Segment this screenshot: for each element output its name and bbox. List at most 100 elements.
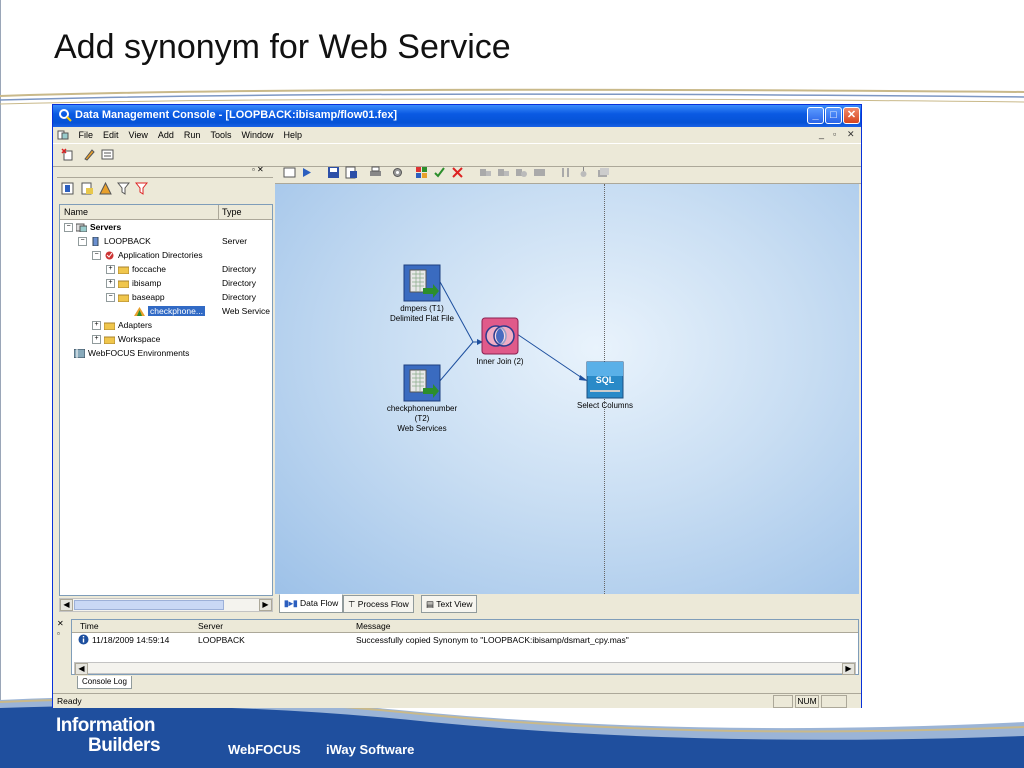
node-label-dmpers: dmpers (T1) Delimited Flat File xyxy=(389,304,454,323)
folder-icon xyxy=(104,322,115,331)
collapse-icon[interactable]: − xyxy=(78,237,87,247)
menu-file[interactable]: File xyxy=(74,127,99,143)
scroll-right-button[interactable]: ▶ xyxy=(259,599,272,611)
filter-icon[interactable] xyxy=(117,182,130,195)
menu-edit[interactable]: Edit xyxy=(98,127,124,143)
expand-icon[interactable]: + xyxy=(92,335,101,345)
grid-icon[interactable] xyxy=(415,166,428,179)
node-label-checkphonenumber: checkphonenumber (T2) Web Services xyxy=(386,404,458,433)
print-icon[interactable] xyxy=(369,166,382,179)
log-horizontal-scrollbar[interactable]: ◀ ▶ xyxy=(74,662,856,675)
column-message[interactable]: Message xyxy=(356,621,391,631)
collapse-icon[interactable]: − xyxy=(64,223,73,233)
tab-console-log[interactable]: Console Log xyxy=(77,676,132,689)
expand-icon[interactable]: + xyxy=(92,321,101,331)
edit-icon[interactable] xyxy=(83,148,96,161)
process-flow-icon: ⊤ xyxy=(348,599,356,609)
tree-item-checkphone[interactable]: checkphone... Web Service xyxy=(134,304,270,318)
tree-item-webfocus-env[interactable]: WebFOCUS Environments xyxy=(74,346,270,360)
log-scroll-left-button[interactable]: ◀ xyxy=(75,663,88,675)
menu-bar: File Edit View Add Run Tools Window Help xyxy=(53,127,861,143)
app-directories-icon xyxy=(105,251,114,260)
folder-icon xyxy=(104,336,115,345)
save-as-icon[interactable] xyxy=(345,166,358,179)
explore-icon[interactable] xyxy=(81,182,94,195)
collapse-icon[interactable]: − xyxy=(106,293,115,303)
tab-process-flow[interactable]: ⊤ Process Flow xyxy=(343,595,414,613)
distribute-icon[interactable] xyxy=(559,166,572,179)
tree-item-loopback[interactable]: − LOOPBACK Server xyxy=(78,234,270,248)
tree-horizontal-scrollbar[interactable]: ◀ ▶ xyxy=(59,598,273,612)
align-center-icon[interactable] xyxy=(497,166,510,179)
servers-view-icon[interactable] xyxy=(61,182,74,195)
log-scroll-right-button[interactable]: ▶ xyxy=(842,663,855,675)
textbox-icon[interactable] xyxy=(283,166,296,179)
column-server[interactable]: Server xyxy=(198,621,223,631)
mdi-close-button[interactable]: ✕ xyxy=(847,129,855,140)
properties-icon[interactable] xyxy=(101,148,114,161)
tree-item-app-dirs[interactable]: − Application Directories xyxy=(92,248,270,262)
menu-tools[interactable]: Tools xyxy=(205,127,236,143)
web-service-node-icon[interactable] xyxy=(403,364,441,402)
tree-item-baseapp[interactable]: − baseapp Directory xyxy=(106,290,270,304)
log-close-icon[interactable]: ✕ xyxy=(57,619,64,628)
flow-canvas[interactable]: dmpers (T1) Delimited Flat File checkpho… xyxy=(275,184,859,594)
tree-item-servers[interactable]: − Servers xyxy=(64,220,270,234)
document-icon[interactable] xyxy=(57,130,69,140)
menu-view[interactable]: View xyxy=(124,127,153,143)
log-pin-icon[interactable]: ▫ xyxy=(57,629,60,638)
mdi-restore-button[interactable]: ▫ xyxy=(833,129,836,139)
inner-join-node-icon[interactable] xyxy=(481,317,519,355)
check-icon[interactable] xyxy=(433,166,446,179)
menu-add[interactable]: Add xyxy=(153,127,179,143)
tree-item-foccache[interactable]: + foccache Directory xyxy=(106,262,270,276)
slide-title: Add synonym for Web Service xyxy=(54,28,511,66)
connect-icon[interactable] xyxy=(577,166,590,179)
log-row[interactable]: 11/18/2009 14:59:14 LOOPBACK Successfull… xyxy=(72,634,858,646)
brand-logo: Information Builders xyxy=(56,715,161,756)
tab-data-flow[interactable]: ▮▸▮ Data Flow xyxy=(279,594,344,613)
tree-item-ibisamp[interactable]: + ibisamp Directory xyxy=(106,276,270,290)
status-panel xyxy=(773,695,793,708)
title-bar[interactable]: Data Management Console - [LOOPBACK:ibis… xyxy=(53,105,861,127)
expand-icon[interactable]: + xyxy=(106,279,115,289)
align-right-icon[interactable] xyxy=(515,166,528,179)
new-icon[interactable] xyxy=(61,148,74,161)
minimize-button[interactable]: _ xyxy=(807,107,824,124)
explorer-pane: ▫ ✕ Name Type − Servers − LOOPBACK Server xyxy=(57,165,273,613)
footer-iway-link[interactable]: iWay Software xyxy=(326,742,414,757)
log-header: Time Server Message xyxy=(72,620,858,633)
tab-text-view[interactable]: ▤ Text View xyxy=(421,595,478,613)
tree-item-adapters[interactable]: + Adapters xyxy=(92,318,270,332)
web-service-icon xyxy=(134,307,145,317)
menu-window[interactable]: Window xyxy=(236,127,278,143)
column-type[interactable]: Type xyxy=(222,207,242,217)
delete-icon[interactable] xyxy=(451,166,464,179)
pane-close-icon[interactable]: ▫ ✕ xyxy=(252,165,264,174)
run-icon[interactable] xyxy=(301,166,314,179)
node-label-inner-join: Inner Join (2) xyxy=(476,357,524,366)
synonym-icon[interactable] xyxy=(99,182,112,195)
clear-filter-icon[interactable] xyxy=(135,182,148,195)
close-button[interactable]: ✕ xyxy=(843,107,860,124)
flat-file-node-icon[interactable] xyxy=(403,264,441,302)
maximize-button[interactable]: □ xyxy=(825,107,842,124)
menu-run[interactable]: Run xyxy=(179,127,206,143)
column-name[interactable]: Name xyxy=(64,207,88,217)
collapse-icon[interactable]: − xyxy=(92,251,101,261)
scroll-thumb[interactable] xyxy=(74,600,224,610)
tree-item-workspace[interactable]: + Workspace xyxy=(92,332,270,346)
mdi-minimize-button[interactable]: _ xyxy=(819,129,824,139)
menu-help[interactable]: Help xyxy=(278,127,307,143)
footer-webfocus-link[interactable]: WebFOCUS xyxy=(228,742,301,757)
layout-icon[interactable] xyxy=(533,166,546,179)
node-label-select-columns: Select Columns xyxy=(576,401,634,410)
stack-icon[interactable] xyxy=(597,166,610,179)
expand-icon[interactable]: + xyxy=(106,265,115,275)
align-left-icon[interactable] xyxy=(479,166,492,179)
save-icon[interactable] xyxy=(327,166,340,179)
scroll-left-button[interactable]: ◀ xyxy=(60,599,73,611)
text-view-icon: ▤ xyxy=(426,599,435,609)
column-time[interactable]: Time xyxy=(80,621,99,631)
settings-icon[interactable] xyxy=(391,166,404,179)
